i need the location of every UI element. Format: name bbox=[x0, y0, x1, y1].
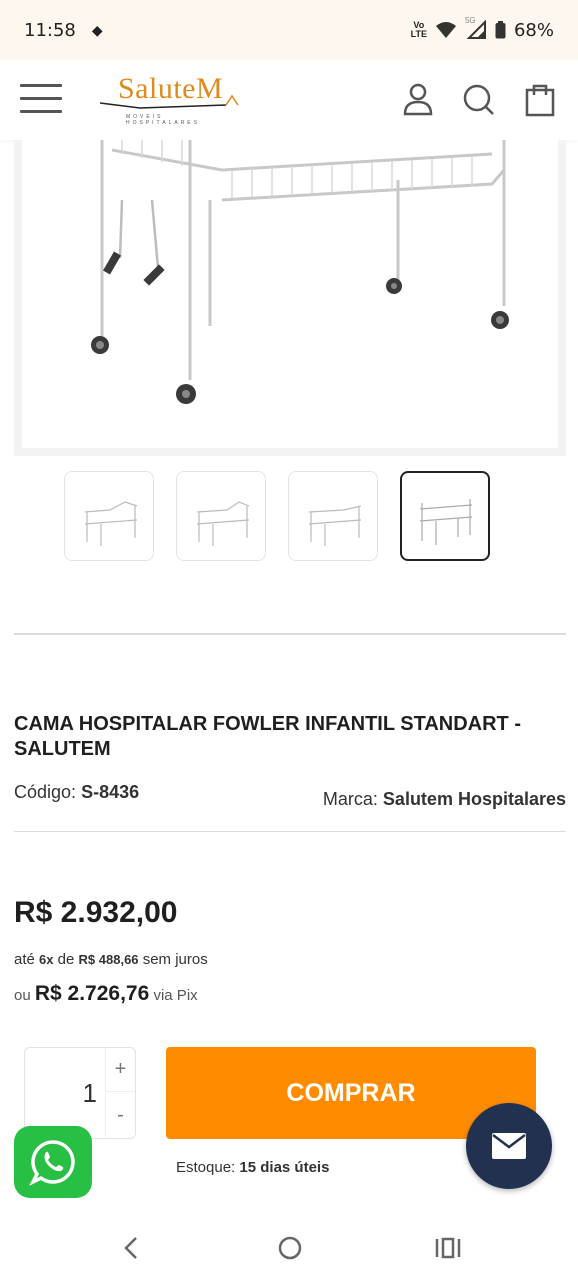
product-price: R$ 2.932,00 bbox=[14, 896, 178, 929]
lte-label: LTE bbox=[410, 29, 427, 39]
info-divider bbox=[14, 831, 566, 832]
pix-suffix: via Pix bbox=[153, 987, 198, 1004]
product-brand-label: Marca: bbox=[322, 789, 378, 809]
navigation-icon: ◆ bbox=[91, 21, 103, 38]
pix-prefix: ou bbox=[14, 987, 31, 1004]
stock-info: Estoque: 15 dias úteis bbox=[176, 1159, 329, 1176]
brand-logo[interactable]: SaluteM MOVEIS HOSPITALARES bbox=[100, 68, 240, 128]
quantity-increase-button[interactable]: + bbox=[105, 1048, 135, 1092]
whatsapp-button[interactable] bbox=[14, 1126, 92, 1198]
thumbnail-3[interactable] bbox=[288, 471, 378, 561]
stock-value: 15 dias úteis bbox=[239, 1159, 330, 1176]
thumbnail-strip bbox=[64, 471, 490, 561]
volte-icon: Vo LTE bbox=[411, 21, 427, 39]
pix-price-info: ou R$ 2.726,76 via Pix bbox=[14, 982, 198, 1006]
product-title: CAMA HOSPITALAR FOWLER INFANTIL STANDART… bbox=[14, 713, 521, 760]
thumbnail-4[interactable] bbox=[400, 471, 490, 561]
thumbnail-2[interactable] bbox=[176, 471, 266, 561]
installment-suffix: sem juros bbox=[142, 951, 208, 968]
installment-count: 6x bbox=[39, 952, 54, 967]
shopping-bag-icon[interactable] bbox=[522, 80, 558, 120]
installment-of: de bbox=[57, 951, 75, 968]
wifi-icon bbox=[435, 22, 456, 38]
quantity-decrease-button[interactable]: - bbox=[105, 1093, 135, 1137]
whatsapp-icon bbox=[29, 1140, 75, 1186]
product-brand-value[interactable]: Salutem Hospitalares bbox=[383, 789, 566, 809]
product-code-label: Código: bbox=[14, 782, 77, 802]
status-time: 11:58 bbox=[24, 19, 76, 41]
status-right: Vo LTE 5G 68% bbox=[411, 16, 554, 41]
product-brand: Marca: Salutem Hospitalares bbox=[323, 789, 566, 810]
menu-icon[interactable] bbox=[20, 84, 62, 116]
thumbnail-1[interactable] bbox=[64, 471, 154, 561]
user-icon[interactable] bbox=[400, 80, 436, 120]
signal-icon: 5G bbox=[465, 16, 487, 40]
product-image-gallery bbox=[14, 140, 566, 456]
quantity-input[interactable]: 1 bbox=[25, 1048, 103, 1138]
recent-apps-icon[interactable] bbox=[428, 1230, 468, 1266]
status-bar: 11:58 ◆ Vo LTE 5G 68% bbox=[0, 0, 578, 60]
stock-label: Estoque: bbox=[176, 1159, 236, 1176]
installment-value: R$ 488,66 bbox=[78, 952, 139, 967]
installment-info: até 6x de R$ 488,66 sem juros bbox=[14, 951, 208, 968]
contact-mail-button[interactable] bbox=[466, 1103, 552, 1189]
logo-subtitle: MOVEIS HOSPITALARES bbox=[126, 114, 200, 126]
product-main-image[interactable] bbox=[22, 140, 558, 448]
battery-level: 68% bbox=[513, 19, 554, 41]
pix-price: R$ 2.726,76 bbox=[34, 982, 150, 1005]
installment-prefix: até bbox=[14, 951, 35, 968]
hospital-bed-image bbox=[91, 140, 509, 404]
product-code: Código: S-8436 bbox=[14, 782, 139, 803]
product-code-value: S-8436 bbox=[81, 782, 140, 802]
home-icon[interactable] bbox=[270, 1230, 310, 1266]
battery-icon bbox=[495, 21, 506, 39]
site-header: SaluteM MOVEIS HOSPITALARES bbox=[0, 60, 578, 140]
section-divider bbox=[14, 633, 566, 635]
search-icon[interactable] bbox=[460, 80, 496, 120]
back-icon[interactable] bbox=[112, 1230, 152, 1266]
mail-icon bbox=[492, 1133, 526, 1159]
system-nav-bar bbox=[0, 1216, 578, 1280]
